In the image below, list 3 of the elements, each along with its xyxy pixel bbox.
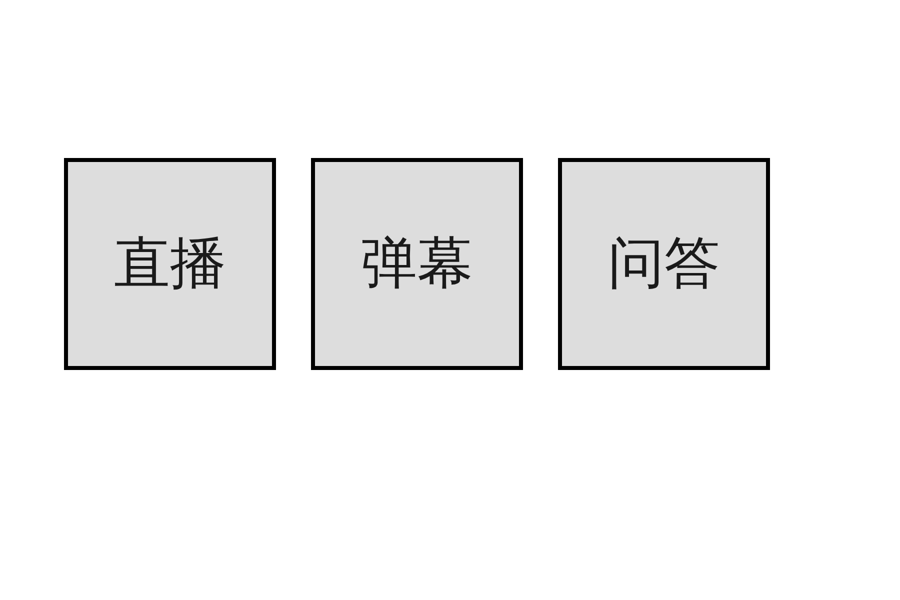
mode-button[interactable]: 问答	[558, 158, 770, 370]
mode-button[interactable]: 直播	[64, 158, 276, 370]
mode-button[interactable]: 弹幕	[311, 158, 523, 370]
